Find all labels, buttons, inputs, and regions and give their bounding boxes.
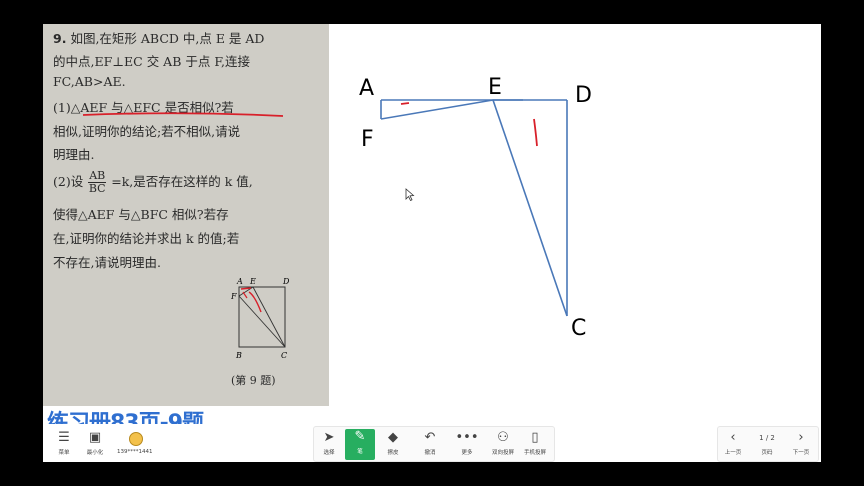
eraser-label: 擦皮 (387, 450, 399, 456)
eraser-tool-button[interactable]: ◆ 擦皮 (378, 430, 408, 456)
part2-suffix: =k,是否存在这样的 k 值, (111, 174, 253, 189)
menu-button[interactable]: ☰ 菜单 (49, 430, 79, 456)
minimize-icon: ▣ (88, 430, 102, 445)
thumb-label-C: C (281, 351, 287, 360)
drawn-triangle-aef (380, 99, 523, 120)
eraser-icon: ◆ (388, 430, 398, 445)
drawn-triangle-edc (492, 99, 568, 317)
cursor-arrow-icon: ➤ (323, 430, 335, 445)
ratio-fraction: AB BC (88, 170, 107, 195)
menu-label: 菜单 (58, 450, 70, 456)
phone-cast-label: 手机投屏 (523, 450, 546, 456)
thumb-label-F: F (231, 292, 237, 301)
part1-line-2: 相似,证明你的结论;若不相似,请说 (53, 124, 241, 139)
problem-number: 9. (53, 31, 67, 46)
vertex-label-D: D (575, 83, 592, 108)
phone-cast-button[interactable]: ▯ 手机投屏 (520, 430, 550, 456)
fraction-denominator: BC (88, 182, 106, 195)
whiteboard-window: 9. 如图,在矩形 ABCD 中,点 E 是 AD 的中点,EF⊥EC 交 AB… (43, 24, 821, 462)
prev-page-button[interactable]: ‹ 上一页 (718, 430, 748, 456)
screen-share-icon: ⚇ (497, 430, 509, 445)
part2-line-4: 不存在,请说明理由. (53, 255, 161, 270)
thumb-label-A: A (236, 277, 243, 286)
bottom-toolbar: ☰ 菜单 ▣ 最小化 139****1441 ➤ 选择 ✎ 笔 ◆ 擦皮 ↶ 撤… (43, 424, 821, 462)
page-indicator[interactable]: 1 / 2 页码 (752, 430, 782, 456)
problem-text: 如图,在矩形 ABCD 中,点 E 是 AD (70, 31, 265, 46)
more-button[interactable]: ••• 更多 (452, 430, 482, 456)
undo-button[interactable]: ↶ 撤消 (415, 430, 445, 456)
dual-screen-button[interactable]: ⚇ 双向投屏 (488, 430, 518, 456)
next-page-label: 下一页 (792, 450, 810, 456)
problem-figure: A E D F B C (231, 277, 290, 360)
thumb-label-B: B (235, 351, 242, 360)
part2-line-1: (2)设 AB BC =k,是否存在这样的 k 值, (53, 170, 253, 195)
more-dots-icon: ••• (455, 430, 479, 445)
pen-label: 笔 (357, 449, 363, 455)
chevron-left-icon: ‹ (730, 430, 736, 445)
chevron-right-icon: › (798, 430, 804, 445)
part2-prefix: (2)设 (53, 174, 84, 189)
select-tool-button[interactable]: ➤ 选择 (314, 430, 344, 456)
thumb-label-E: E (249, 277, 256, 286)
more-label: 更多 (461, 450, 473, 456)
problem-line-2: 的中点,EF⊥EC 交 AB 于点 F,连接 (53, 54, 251, 69)
menu-icon: ☰ (58, 430, 70, 445)
user-phone: 139****1441 (117, 449, 153, 455)
phone-icon: ▯ (531, 430, 539, 445)
page-number: 1 / 2 (759, 434, 775, 442)
prev-page-label: 上一页 (724, 450, 742, 456)
vertex-label-A: A (359, 76, 374, 101)
pen-icon: ✎ (354, 429, 366, 444)
red-angle-mark-e (533, 118, 538, 147)
page-indicator-label: 页码 (761, 450, 773, 456)
dual-screen-label: 双向投屏 (491, 450, 514, 456)
pen-tool-button[interactable]: ✎ 笔 (345, 429, 375, 460)
part2-line-3: 在,证明你的结论并求出 k 的值;若 (53, 231, 240, 246)
drawing-canvas[interactable]: A E D F C (329, 24, 821, 406)
user-avatar[interactable] (129, 432, 143, 446)
minimize-label: 最小化 (86, 450, 104, 456)
thumb-label-D: D (282, 277, 290, 286)
problem-line-3: FC,AB>AE. (53, 74, 126, 89)
select-label: 选择 (323, 450, 335, 456)
next-page-button[interactable]: › 下一页 (786, 430, 816, 456)
undo-label: 撤消 (424, 450, 436, 456)
undo-icon: ↶ (424, 430, 436, 445)
part2-line-2: 使得△AEF 与△BFC 相似?若存 (53, 207, 229, 222)
minimize-button[interactable]: ▣ 最小化 (80, 430, 110, 456)
figure-caption: (第 9 题) (231, 374, 276, 387)
problem-line-1: 9. 如图,在矩形 ABCD 中,点 E 是 AD (53, 28, 264, 47)
part1-line-3: 明理由. (53, 147, 95, 162)
red-angle-mark-a (400, 102, 410, 105)
mouse-cursor-icon (405, 188, 415, 202)
vertex-label-E: E (488, 75, 502, 100)
vertex-label-F: F (361, 127, 374, 152)
vertex-label-C: C (571, 316, 586, 341)
textbook-photo: 9. 如图,在矩形 ABCD 中,点 E 是 AD 的中点,EF⊥EC 交 AB… (43, 24, 329, 406)
red-underline-annotation (83, 112, 283, 117)
